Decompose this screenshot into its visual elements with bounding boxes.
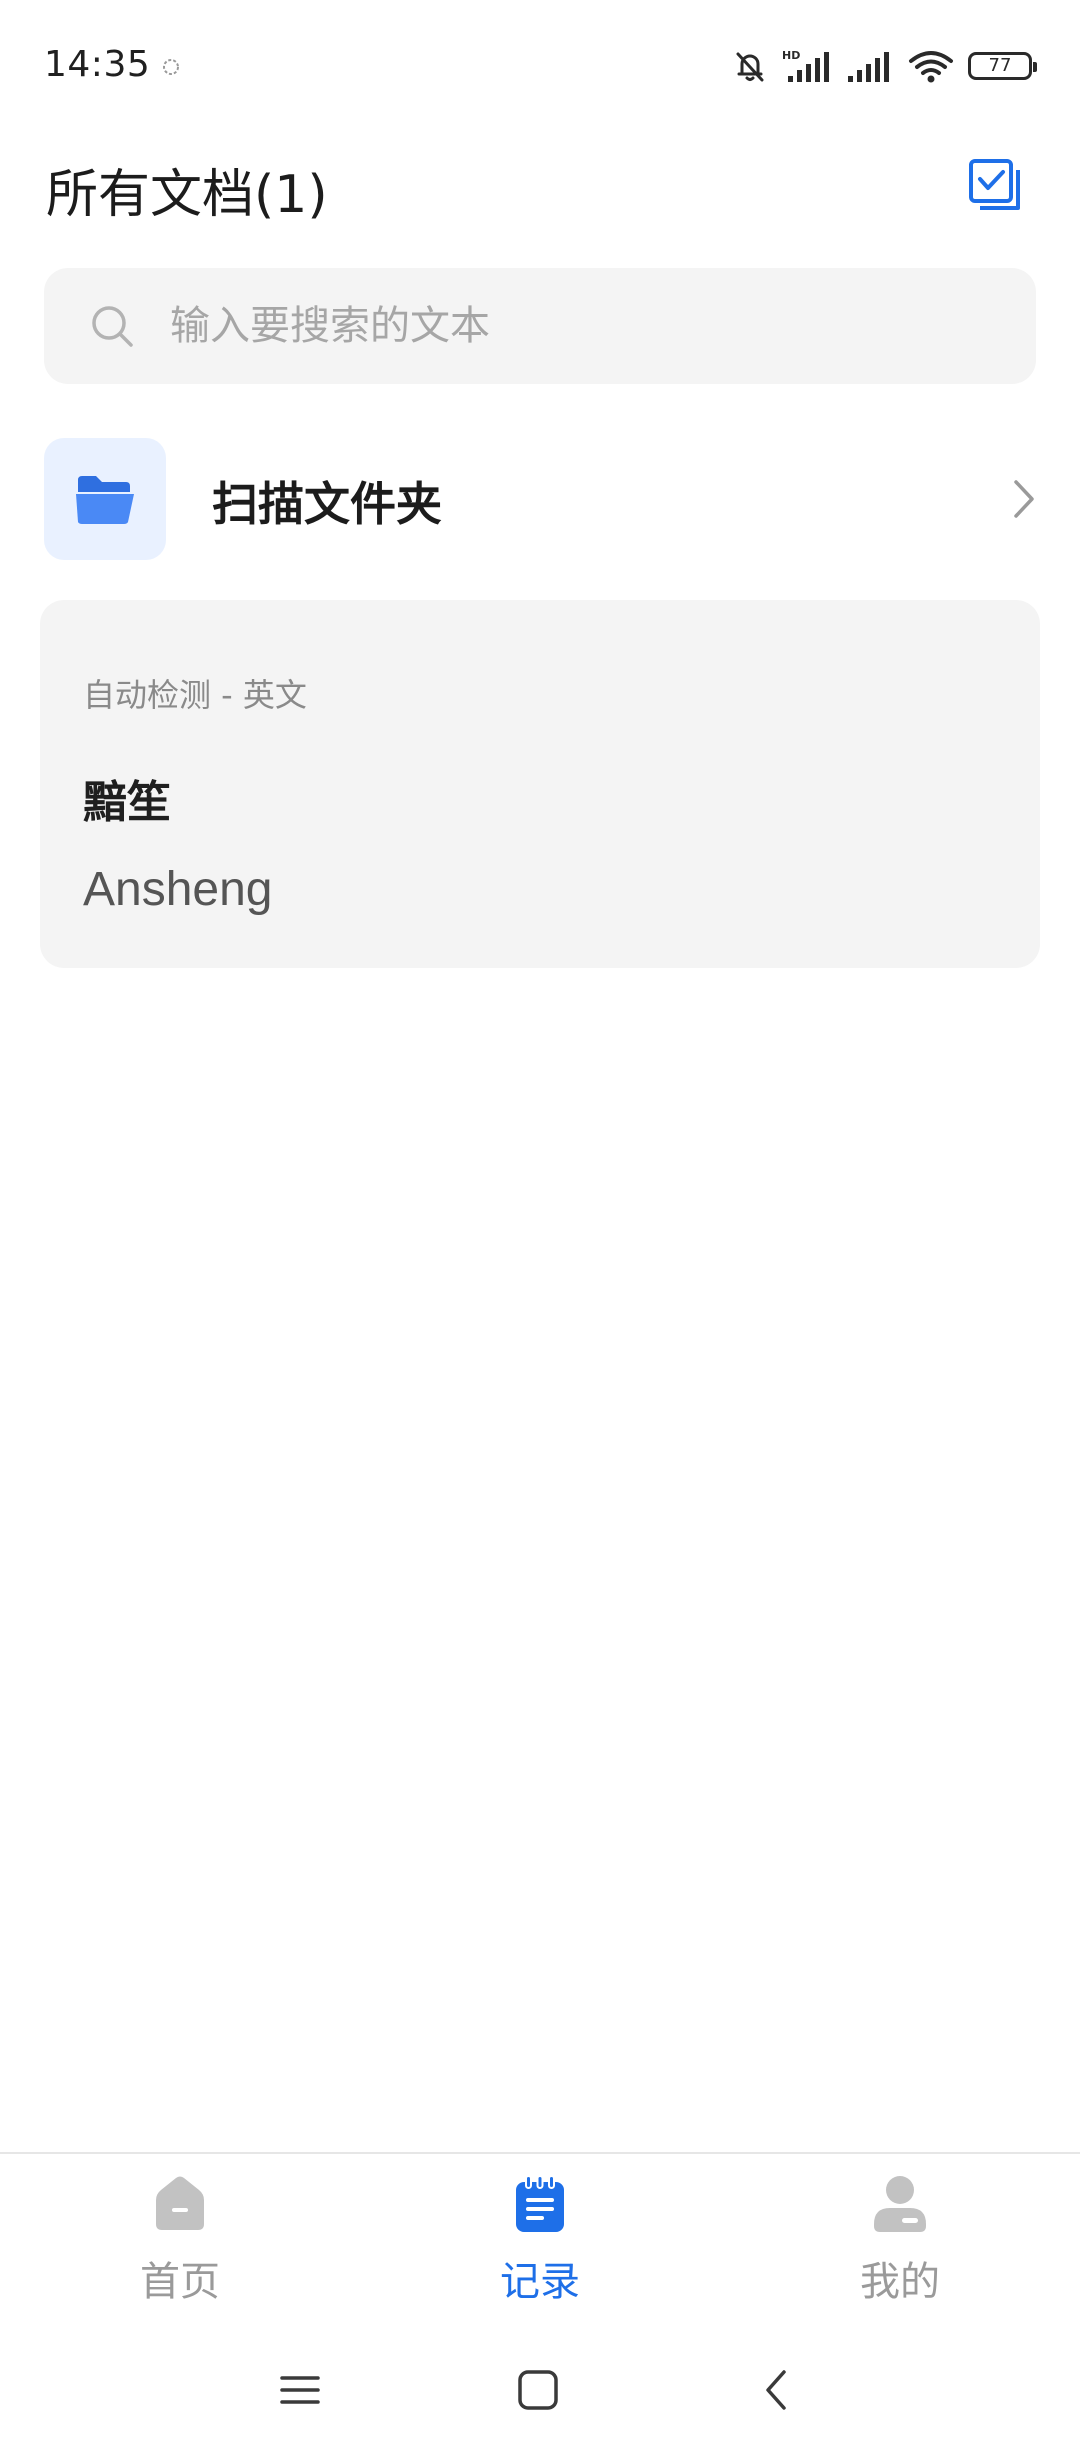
nav-label-mine: 我的 xyxy=(860,2259,940,2305)
home-square-icon[interactable] xyxy=(516,2368,560,2412)
chevron-right-icon xyxy=(1014,480,1034,518)
folder-icon xyxy=(76,476,134,524)
document-card[interactable]: 自动检测 - 英文 黯笙 Ansheng xyxy=(40,600,1040,968)
menu-icon[interactable] xyxy=(278,2368,322,2412)
search-bar[interactable] xyxy=(44,268,1036,384)
folder-label: 扫描文件夹 xyxy=(212,477,442,531)
document-meta: 自动检测 - 英文 xyxy=(83,676,307,714)
mute-bell-icon xyxy=(736,52,764,82)
svg-text:HD: HD xyxy=(782,49,800,62)
wifi-icon xyxy=(909,51,953,83)
battery-level: 77 xyxy=(988,55,1012,76)
page-title: 所有文档(1) xyxy=(46,165,328,225)
back-icon[interactable] xyxy=(756,2368,800,2412)
multi-select-icon[interactable] xyxy=(968,158,1022,212)
status-time: 14:35 xyxy=(44,44,151,85)
records-icon xyxy=(516,2175,564,2232)
nav-label-records: 记录 xyxy=(500,2259,580,2305)
signal-icon xyxy=(848,52,889,82)
status-icons: HD 77 xyxy=(732,44,1037,88)
bottom-nav: 首页 记录 我的 xyxy=(0,2152,1080,2320)
search-input[interactable] xyxy=(170,268,990,384)
notification-app-icon xyxy=(163,59,179,75)
profile-icon xyxy=(874,2176,926,2232)
scan-folder-row[interactable]: 扫描文件夹 xyxy=(44,438,1038,560)
battery-icon: 77 xyxy=(968,52,1037,80)
hd-signal-icon: HD xyxy=(782,49,829,82)
nav-label-home: 首页 xyxy=(140,2259,220,2305)
document-text: Ansheng xyxy=(83,863,273,916)
nav-item-mine[interactable]: 我的 xyxy=(800,2174,1000,2314)
nav-item-records[interactable]: 记录 xyxy=(440,2174,640,2314)
document-title: 黯笙 xyxy=(83,777,171,828)
folder-icon-tile xyxy=(44,438,166,560)
search-icon xyxy=(92,306,133,347)
system-nav-bar xyxy=(0,2318,1080,2460)
nav-item-home[interactable]: 首页 xyxy=(80,2174,280,2314)
home-icon xyxy=(156,2176,204,2230)
status-bar: 14:35 HD 77 xyxy=(0,0,1080,140)
